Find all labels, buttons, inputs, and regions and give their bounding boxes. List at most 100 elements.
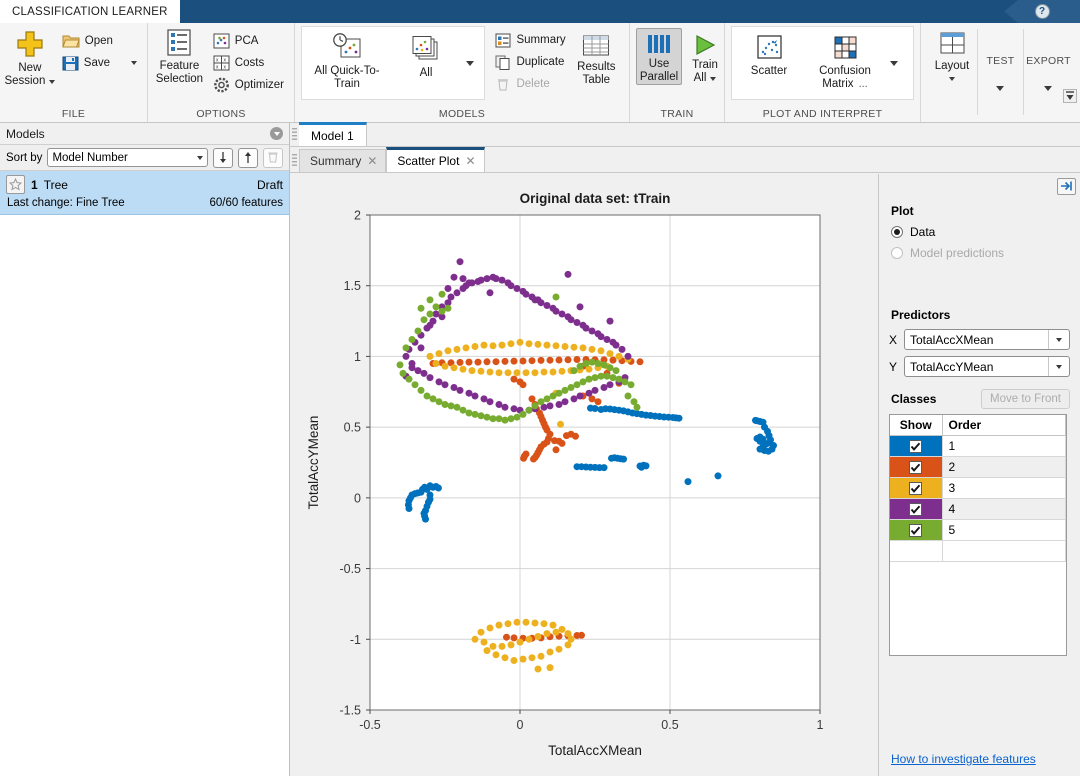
ribbon-toolbar: New Session Open Save FILE Feature Selec… xyxy=(0,23,1080,123)
class-show-checkbox[interactable] xyxy=(909,482,923,496)
x-tick-label: 0 xyxy=(517,718,524,732)
use-parallel-toggle[interactable]: Use Parallel xyxy=(636,28,682,85)
all-models-button[interactable]: All xyxy=(390,30,462,80)
test-button[interactable]: TEST xyxy=(978,29,1024,115)
classes-table-header-row: Show Order xyxy=(890,415,1066,436)
new-session-label-2: Session xyxy=(4,75,46,87)
document-tab-label: Model 1 xyxy=(311,128,354,143)
document-tab-bar: Model 1 xyxy=(290,122,1080,147)
summary-icon xyxy=(495,33,511,48)
predictor-x-select[interactable]: TotalAccXMean xyxy=(904,329,1070,350)
chevron-down-icon[interactable] xyxy=(49,79,56,84)
open-button[interactable]: Open xyxy=(58,30,141,52)
predictor-y-label: Y xyxy=(889,359,898,374)
scatter-plot-svg[interactable]: Original data set: tTrain -0.5 0 0.5 1 -1.5 -1… xyxy=(290,174,878,776)
class-order-cell: 3 xyxy=(942,477,1066,499)
caret-down-circle-icon[interactable] xyxy=(270,127,283,140)
classes-table-row[interactable]: 3 xyxy=(890,477,1066,499)
ribbon-group-options: Feature Selection PCA x x x x Costs Opti… xyxy=(148,23,295,122)
delete-label: Delete xyxy=(516,78,550,90)
x-tick-label: 1 xyxy=(817,718,824,732)
trash-icon xyxy=(495,77,511,92)
chevron-down-icon[interactable] xyxy=(948,77,955,81)
subtab-grip-handle[interactable] xyxy=(290,148,299,172)
chevron-down-icon[interactable] xyxy=(996,86,1005,91)
plot-axes-box xyxy=(369,214,821,711)
predictor-y-value: TotalAccYMean xyxy=(910,359,994,374)
app-tab-classification-learner[interactable]: CLASSIFICATION LEARNER xyxy=(0,0,180,23)
classes-table-row[interactable]: 5 xyxy=(890,519,1066,541)
class-show-checkbox[interactable] xyxy=(909,503,923,517)
tab-grip-handle[interactable] xyxy=(290,122,299,146)
save-button[interactable]: Save xyxy=(58,52,141,74)
x-axis-label: TotalAccXMean xyxy=(548,743,642,758)
results-table-label-2: Table xyxy=(582,74,611,86)
tab-scatter-plot[interactable]: Scatter Plot ✕ xyxy=(386,147,485,172)
tab-scatter-plot-label: Scatter Plot xyxy=(397,154,460,168)
class-color-swatch xyxy=(890,498,943,520)
classes-table[interactable]: Show Order 12345 xyxy=(889,414,1067,656)
plot-gallery-expand-button[interactable] xyxy=(886,30,902,96)
duplicate-button[interactable]: Duplicate xyxy=(491,51,569,73)
tab-summary[interactable]: Summary ✕ xyxy=(299,149,387,172)
optimizer-button[interactable]: Optimizer xyxy=(209,74,288,96)
arrow-right-bar-icon[interactable] xyxy=(1057,177,1076,195)
sort-by-select[interactable]: Model Number xyxy=(47,148,208,167)
all-quick-to-train-button[interactable]: All Quick-To- Train xyxy=(304,30,390,91)
feature-selection-button[interactable]: Feature Selection xyxy=(154,27,205,86)
layout-button[interactable]: Layout xyxy=(927,29,978,115)
scatter-plot-button[interactable]: Scatter xyxy=(734,30,804,78)
class-filler-cell xyxy=(942,540,1066,562)
all-models-icon xyxy=(411,36,441,64)
main-document-area: Model 1 Summary ✕ Scatter Plot ✕ Origina… xyxy=(290,122,1080,776)
models-gallery-expand-button[interactable] xyxy=(462,30,478,96)
model-number: 1 xyxy=(31,177,38,192)
document-tab-model-1[interactable]: Model 1 xyxy=(299,122,367,146)
results-table-button[interactable]: Results Table xyxy=(570,26,623,87)
app-tab-label: CLASSIFICATION LEARNER xyxy=(12,5,168,18)
predictor-y-row: Y TotalAccYMean xyxy=(889,356,1070,377)
how-to-investigate-features-link[interactable]: How to investigate features xyxy=(891,752,1036,766)
class-order-cell: 5 xyxy=(942,519,1066,541)
models-panel-header: Models xyxy=(0,123,289,145)
confusion-matrix-button[interactable]: Confusion Matrix ... xyxy=(804,30,886,91)
plot-tab-bar: Summary ✕ Scatter Plot ✕ xyxy=(290,147,1080,173)
class-order-cell: 2 xyxy=(942,456,1066,478)
title-bar: CLASSIFICATION LEARNER ? xyxy=(0,0,1080,23)
model-last-change: Last change: Fine Tree xyxy=(7,197,125,209)
y-tick-label: -0.5 xyxy=(339,562,361,576)
classes-table-row[interactable]: 1 xyxy=(890,435,1066,457)
open-label: Open xyxy=(84,35,113,47)
predictor-y-select[interactable]: TotalAccYMean xyxy=(904,356,1070,377)
chevron-down-icon[interactable] xyxy=(710,76,717,81)
chevron-down-icon[interactable] xyxy=(131,61,137,65)
pca-button[interactable]: PCA xyxy=(209,30,288,52)
class-show-checkbox[interactable] xyxy=(909,461,923,475)
new-session-button[interactable]: New Session xyxy=(4,27,56,88)
help-button[interactable]: ? xyxy=(1004,0,1080,23)
summary-button[interactable]: Summary xyxy=(491,29,569,51)
predictor-x-row: X TotalAccXMean xyxy=(889,329,1070,350)
class-show-checkbox[interactable] xyxy=(909,440,923,454)
chevron-down-icon[interactable] xyxy=(1044,86,1053,91)
all-quick-label-1: All Quick-To- xyxy=(314,65,380,77)
close-icon[interactable]: ✕ xyxy=(465,154,475,168)
classes-header-order: Order xyxy=(942,415,1066,436)
results-table-label-1: Results xyxy=(577,61,616,73)
predictor-x-value: TotalAccXMean xyxy=(910,332,994,347)
ribbon-group-models: All Quick-To- Train All Summary Duplicat… xyxy=(295,23,630,122)
train-all-button[interactable]: Train All xyxy=(682,28,728,85)
model-list-item-1[interactable]: 1 Tree Draft Last change: Fine Tree 60/6… xyxy=(0,171,289,215)
star-icon[interactable] xyxy=(6,175,25,194)
class-show-checkbox[interactable] xyxy=(909,524,923,538)
close-icon[interactable]: ✕ xyxy=(367,154,377,168)
ribbon-collapse-button[interactable] xyxy=(1063,89,1077,106)
ribbon-group-label-train: TRAIN xyxy=(660,108,694,120)
costs-button[interactable]: x x x x Costs xyxy=(209,52,288,74)
plot-canvas: Original data set: tTrain -0.5 0 0.5 1 -1.5 -1… xyxy=(290,174,1080,776)
sort-descending-button[interactable] xyxy=(238,147,258,168)
classes-table-row[interactable]: 2 xyxy=(890,456,1066,478)
classes-table-row[interactable]: 4 xyxy=(890,498,1066,520)
sort-ascending-button[interactable] xyxy=(213,147,233,168)
radio-data[interactable]: Data xyxy=(891,225,1070,239)
